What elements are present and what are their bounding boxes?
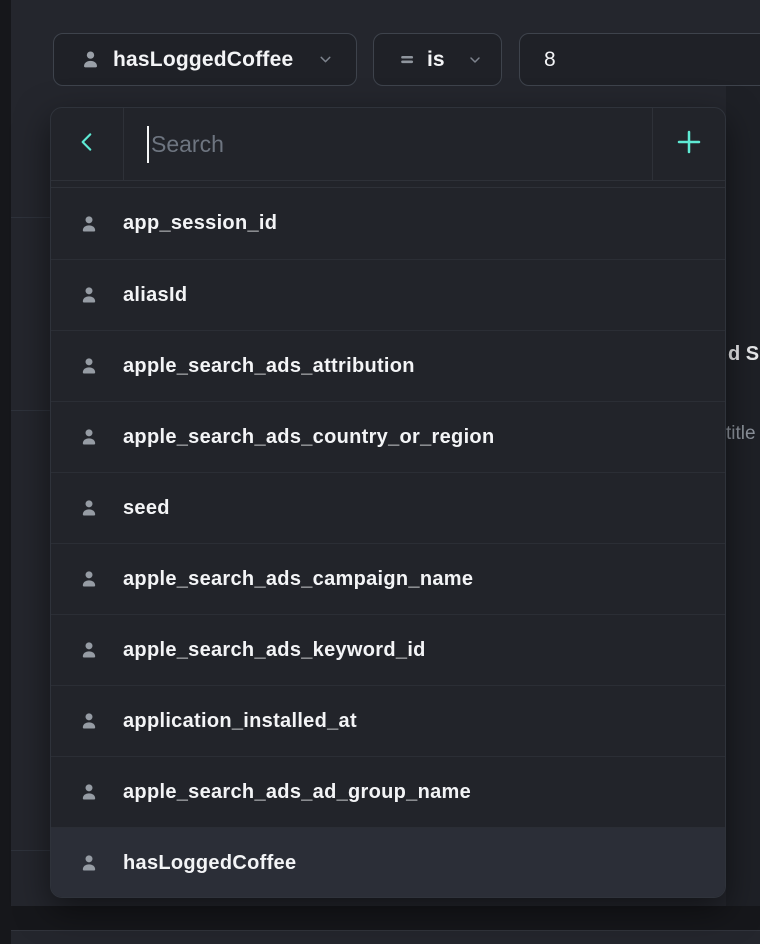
property-name: apple_search_ads_campaign_name [123, 568, 473, 591]
property-list-item[interactable]: apple_search_ads_attribution [51, 330, 725, 401]
filter-value-field[interactable]: 8 [519, 33, 760, 86]
property-name: aliasId [123, 284, 187, 307]
property-name: apple_search_ads_keyword_id [123, 639, 426, 662]
property-name: app_session_id [123, 212, 277, 235]
property-name: hasLoggedCoffee [123, 852, 296, 875]
property-name: seed [123, 497, 170, 520]
background-shade [726, 86, 760, 906]
clipped-background-text: d S [728, 343, 759, 366]
user-icon [79, 711, 99, 731]
dropdown-search-row [51, 108, 725, 181]
property-list-item[interactable]: apple_search_ads_campaign_name [51, 543, 725, 614]
user-icon [79, 569, 99, 589]
property-list-item[interactable]: seed [51, 472, 725, 543]
back-button[interactable] [51, 108, 124, 180]
property-name: apple_search_ads_country_or_region [123, 426, 494, 449]
filter-operator-label: is [427, 48, 445, 72]
property-name: apple_search_ads_ad_group_name [123, 781, 471, 804]
app-screen: d S title hasLoggedCoffee is 8 [0, 0, 760, 944]
property-list-item[interactable]: app_session_id [51, 188, 725, 259]
property-list-item[interactable]: apple_search_ads_ad_group_name [51, 756, 725, 827]
next-card-edge [11, 930, 760, 944]
chevron-down-icon [317, 51, 334, 68]
left-dark-rail [0, 0, 11, 944]
property-list-item[interactable]: aliasId [51, 259, 725, 330]
user-icon [79, 782, 99, 802]
filter-operator-pill[interactable]: is [373, 33, 502, 86]
user-icon [79, 356, 99, 376]
user-icon [79, 214, 99, 234]
filter-value-text: 8 [544, 48, 556, 72]
property-list: app_session_id aliasId apple_search_ad [51, 187, 725, 898]
background-divider [11, 850, 50, 851]
property-list-item[interactable]: application_installed_at [51, 685, 725, 756]
clipped-background-text: title [726, 423, 756, 445]
background-divider [11, 410, 50, 411]
user-icon [79, 427, 99, 447]
filter-property-label: hasLoggedCoffee [113, 48, 305, 72]
page-gap-strip [11, 906, 760, 930]
plus-icon [674, 127, 704, 162]
property-name: apple_search_ads_attribution [123, 355, 415, 378]
add-property-button[interactable] [652, 108, 725, 180]
property-dropdown: app_session_id aliasId apple_search_ad [50, 107, 726, 898]
property-name: application_installed_at [123, 710, 357, 733]
user-icon [79, 498, 99, 518]
user-icon [79, 285, 99, 305]
background-divider [11, 217, 50, 218]
chevron-left-icon [74, 129, 100, 160]
equals-icon [398, 50, 417, 69]
user-icon [79, 640, 99, 660]
user-icon [79, 853, 99, 873]
property-list-item[interactable]: hasLoggedCoffee [51, 827, 725, 898]
filter-property-pill[interactable]: hasLoggedCoffee [53, 33, 357, 86]
user-icon [80, 49, 101, 70]
text-caret [147, 126, 149, 163]
search-input[interactable] [124, 108, 652, 180]
chevron-down-icon [467, 52, 483, 68]
property-list-item[interactable]: apple_search_ads_keyword_id [51, 614, 725, 685]
search-field-wrap [124, 108, 652, 180]
property-list-item[interactable]: apple_search_ads_country_or_region [51, 401, 725, 472]
